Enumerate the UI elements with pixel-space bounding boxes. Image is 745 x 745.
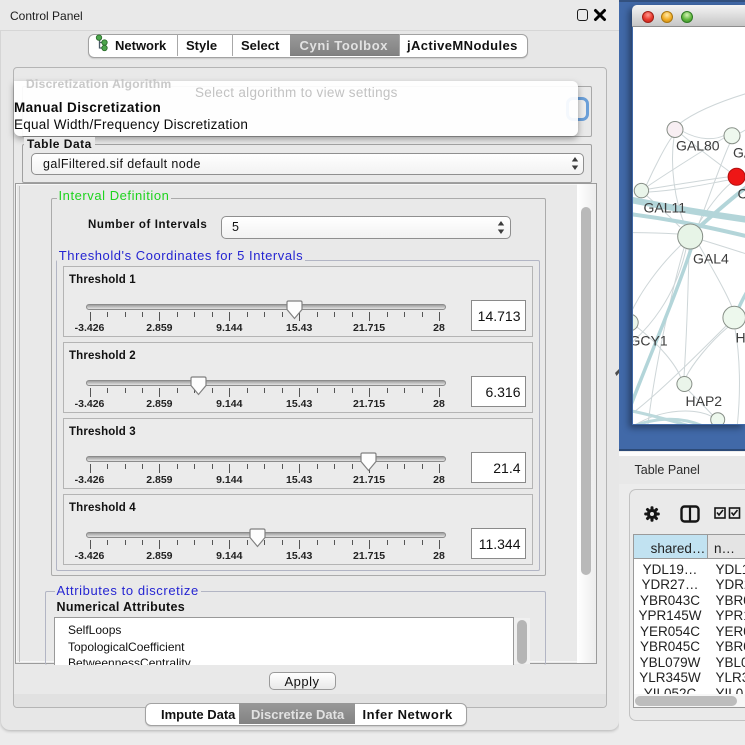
svg-text:GA: GA bbox=[733, 145, 745, 161]
svg-text:GAL80: GAL80 bbox=[676, 138, 720, 154]
svg-text:C: C bbox=[738, 186, 745, 202]
svg-text:HAP2: HAP2 bbox=[686, 393, 723, 409]
svg-text:H: H bbox=[736, 330, 745, 346]
svg-text:GCY1: GCY1 bbox=[633, 333, 668, 349]
svg-text:GAL4: GAL4 bbox=[693, 251, 729, 267]
svg-text:GAL11: GAL11 bbox=[644, 200, 687, 216]
